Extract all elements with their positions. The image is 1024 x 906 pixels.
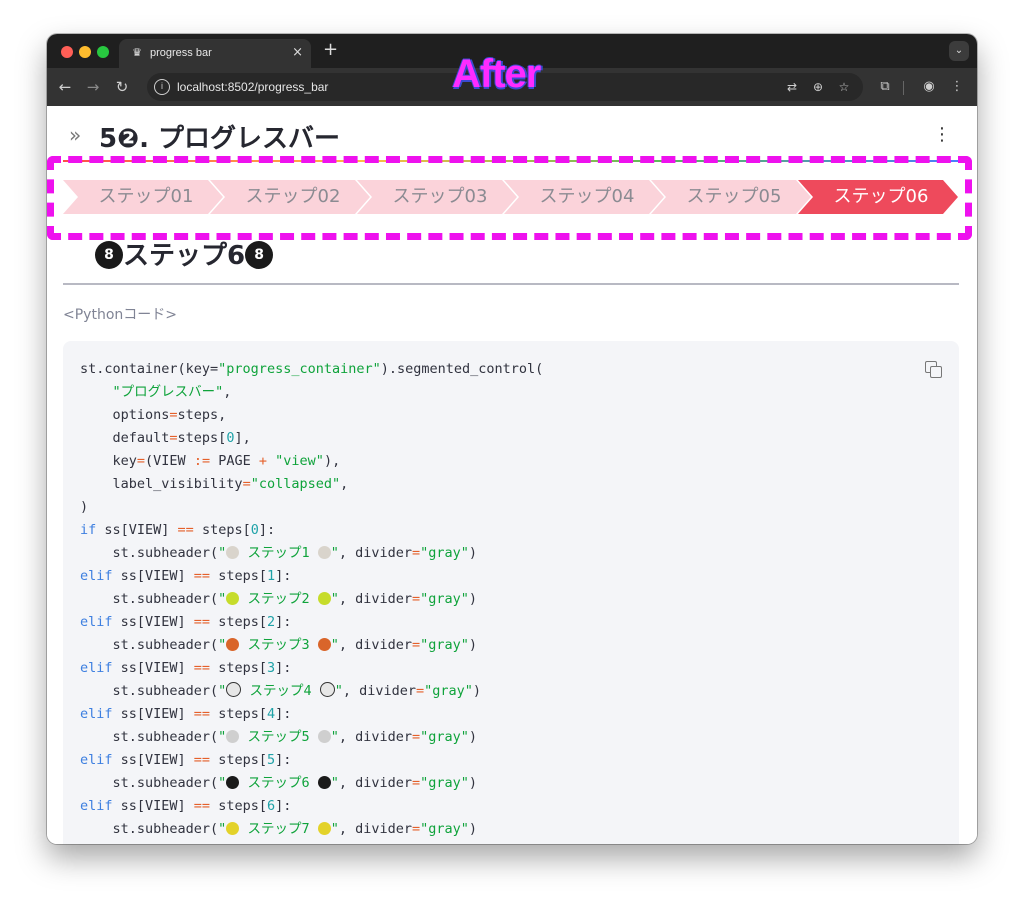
code-line: st.subheader(" ステップ3 ", divider="gray") [80, 637, 478, 653]
code-line: default=steps[0], [80, 430, 251, 446]
tab-search-chevron-icon[interactable]: ⌄ [949, 41, 969, 61]
streamlit-favicon-icon: ♛ [132, 46, 142, 59]
app-content: » 5❷. プログレスバー ⋮ ステップ01 ステップ02 ステップ03 ステッ… [47, 106, 977, 844]
code-line: elif ss[VIEW] == steps[4]: [80, 706, 292, 722]
code-line: elif ss[VIEW] == steps[1]: [80, 568, 292, 584]
code-line: options=steps, [80, 407, 227, 423]
site-info-icon[interactable]: i [154, 79, 170, 95]
translate-icon[interactable]: ⇄ [783, 78, 801, 96]
billiard-8-ball-icon: 8 [245, 240, 274, 269]
code-line: st.container(key="progress_container").s… [80, 361, 544, 377]
tab-progress-bar[interactable]: ♛ progress bar × [119, 39, 311, 68]
extensions-puzzle-icon[interactable]: ⧉ [875, 77, 895, 97]
code-line: label_visibility="collapsed", [80, 476, 349, 492]
code-line: st.subheader(" ステップ2 ", divider="gray") [80, 591, 478, 607]
expand-sidebar-icon[interactable]: » [69, 125, 81, 145]
page-title: 5❷. プログレスバー [99, 124, 341, 154]
code-line: if ss[VIEW] == steps[0]: [80, 522, 276, 538]
copy-icon[interactable] [925, 361, 942, 378]
browser-menu-icon[interactable]: ⋮ [947, 77, 967, 97]
reload-icon[interactable]: ↻ [112, 77, 132, 97]
code-line: st.subheader(" ステップ5 ", divider="gray") [80, 729, 478, 745]
billiard-8-ball-icon: 8 [95, 240, 123, 269]
bookmark-star-icon[interactable]: ☆ [835, 78, 853, 96]
code-line: ) [80, 499, 89, 515]
subheader-text: ステップ6 [123, 241, 246, 271]
forward-arrow-icon[interactable]: → [83, 77, 103, 97]
code-line: st.subheader(" ステップ4 ", divider="gray") [80, 682, 482, 699]
subheader-divider [63, 283, 959, 285]
code-line: key=(VIEW := PAGE + "view"), [80, 453, 341, 469]
code-line: elif ss[VIEW] == steps[2]: [80, 614, 292, 630]
code-line: elif ss[VIEW] == steps[5]: [80, 752, 292, 768]
step-subheader: 8 ステップ6 8 [95, 238, 274, 274]
code-line: elif ss[VIEW] == steps[6]: [80, 798, 292, 814]
code-caption: <Pythonコード> [63, 307, 177, 323]
code-line: st.subheader(" ステップ6 ", divider="gray") [80, 775, 478, 791]
tab-title: progress bar [150, 47, 212, 59]
highlight-dashed-box [47, 156, 972, 240]
url-text: localhost:8502/progress_bar [177, 80, 329, 94]
minimize-window-button[interactable] [79, 46, 91, 58]
maximize-window-button[interactable] [97, 46, 109, 58]
code-line: st.subheader(" ステップ7 ", divider="gray") [80, 821, 478, 837]
new-tab-button[interactable]: + [323, 40, 338, 60]
toolbar-separator [903, 81, 904, 95]
zoom-icon[interactable]: ⊕ [809, 78, 827, 96]
code-line: "プログレスバー", [112, 384, 232, 400]
after-overlay-label: After [452, 52, 541, 96]
code-line: st.subheader(" ステップ1 ", divider="gray") [80, 545, 478, 561]
code-block: st.container(key="progress_container").s… [63, 341, 959, 844]
browser-window: ♛ progress bar × + ⌄ ← → ↻ i localhost:8… [47, 34, 977, 844]
code-line: elif ss[VIEW] == steps[3]: [80, 660, 292, 676]
close-window-button[interactable] [61, 46, 73, 58]
tab-close-icon[interactable]: × [292, 45, 303, 61]
back-arrow-icon[interactable]: ← [55, 77, 75, 97]
profile-icon[interactable]: ◉ [919, 77, 939, 97]
app-menu-icon[interactable]: ⋮ [933, 126, 951, 144]
